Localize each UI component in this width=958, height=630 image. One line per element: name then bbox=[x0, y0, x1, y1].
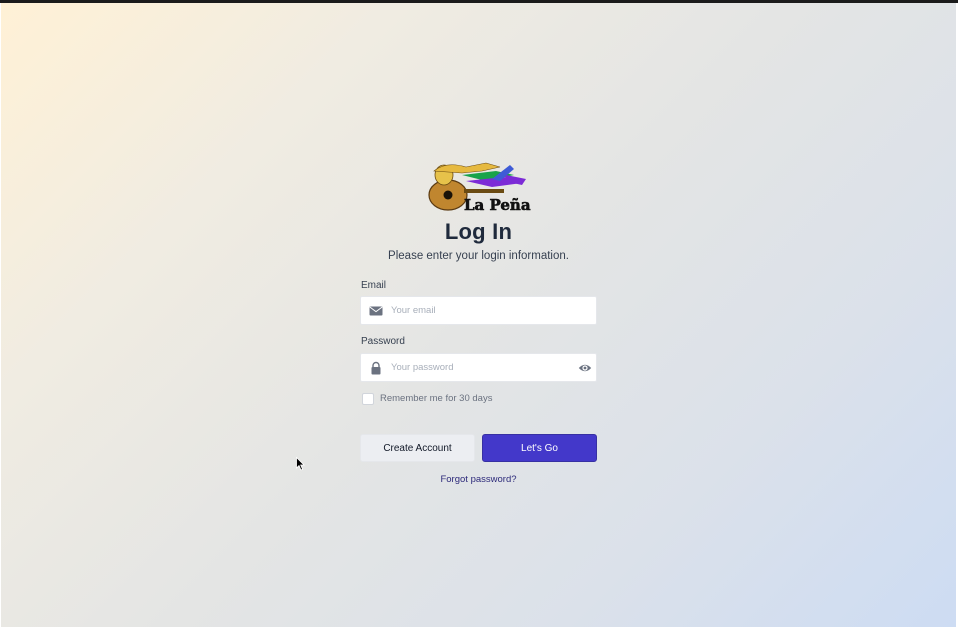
remember-checkbox[interactable] bbox=[362, 393, 374, 405]
logo-wordmark: La Peña bbox=[464, 196, 531, 213]
email-input[interactable] bbox=[391, 297, 571, 324]
page-background: La Peña Log In Please enter your login i… bbox=[1, 3, 956, 627]
create-account-button[interactable]: Create Account bbox=[360, 434, 475, 462]
email-label: Email bbox=[361, 280, 387, 291]
lock-icon bbox=[371, 361, 381, 375]
submit-button[interactable]: Let's Go bbox=[482, 434, 597, 462]
forgot-password-link[interactable]: Forgot password? bbox=[360, 474, 597, 485]
mouse-cursor-icon bbox=[296, 457, 305, 471]
la-pena-logo: La Peña bbox=[428, 162, 531, 213]
remember-label[interactable]: Remember me for 30 days bbox=[380, 393, 492, 404]
mail-icon bbox=[369, 306, 383, 316]
page-title: Log In bbox=[444, 219, 513, 244]
eye-icon[interactable] bbox=[578, 361, 592, 375]
password-label: Password bbox=[361, 336, 405, 347]
page-subtitle: Please enter your login information. bbox=[388, 250, 569, 262]
password-field-wrapper[interactable] bbox=[360, 353, 597, 382]
email-field-wrapper[interactable] bbox=[360, 296, 597, 325]
password-input[interactable] bbox=[391, 354, 571, 381]
